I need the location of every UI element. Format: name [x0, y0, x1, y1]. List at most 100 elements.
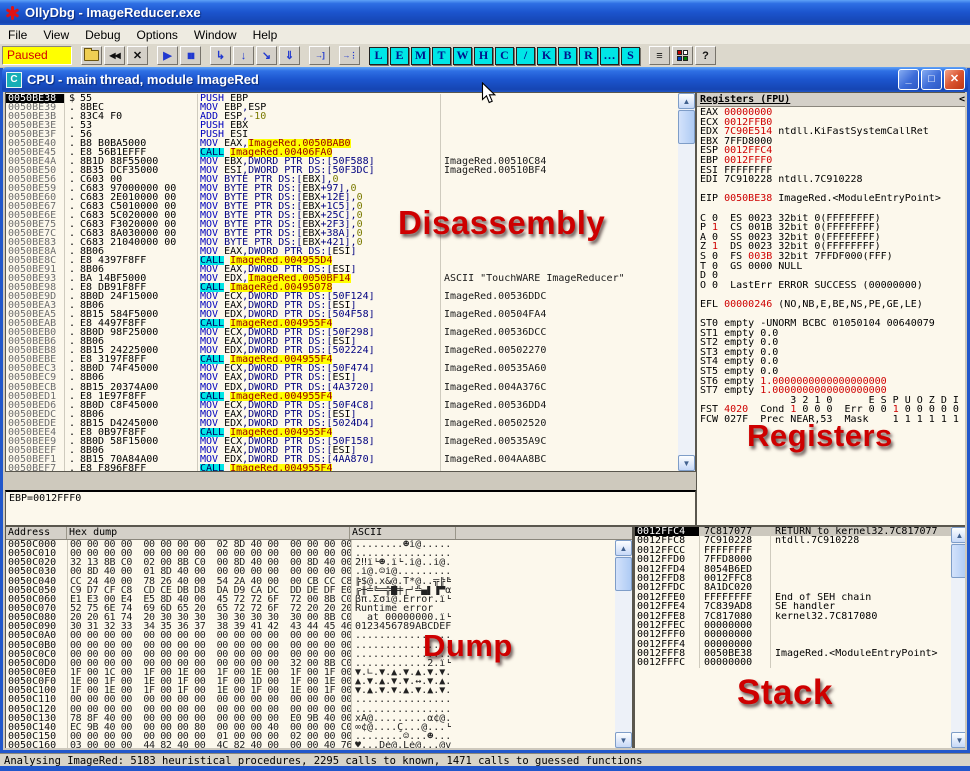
stack-row[interactable]: 0012FFFC00000000	[635, 658, 965, 667]
dump-scrollbar[interactable]: ▲ ▼	[615, 540, 632, 748]
dump-row[interactable]: 0050C140EC 9B 40 00 00 00 00 80 00 00 00…	[6, 723, 632, 732]
memory-button[interactable]: M	[411, 47, 430, 65]
disasm-row[interactable]: 0050BEB0.8B0D 98F25000MOV ECX,DWORD PTR …	[6, 328, 678, 337]
register-line[interactable]: S 0 FS 003B 32bit 7FFDF000(FFF)	[697, 252, 965, 262]
disasm-row[interactable]: 0050BE60.C683 2E010000 00MOV BYTE PTR DS…	[6, 193, 678, 202]
run-button[interactable]: ▶	[157, 46, 178, 65]
info-pane[interactable]: EBP=0012FFF0	[5, 490, 696, 526]
register-line[interactable]: A 0 SS 0023 32bit 0(FFFFFFFF)	[697, 233, 965, 243]
disasm-row[interactable]: 0050BEE4.E8 0B97F8FFCALL ImageRed.004955…	[6, 428, 678, 437]
register-line[interactable]: FST 4020 Cond 1 0 0 0 Err 0 0 1 0 0 0 0 …	[697, 405, 965, 415]
register-line[interactable]: EFL 00000246 (NO,NB,E,BE,NS,PE,GE,LE)	[697, 300, 965, 310]
register-line[interactable]	[697, 185, 965, 195]
disasm-row[interactable]: 0050BEB6.8B06MOV EAX,DWORD PTR DS:[ESI]	[6, 337, 678, 346]
menu-window[interactable]: Window	[186, 27, 245, 43]
disasm-row[interactable]: 0050BEDC.8B06MOV EAX,DWORD PTR DS:[ESI]	[6, 410, 678, 419]
stack-row[interactable]: 0012FFF80050BE38ImageRed.<ModuleEntryPoi…	[635, 649, 965, 658]
register-line[interactable]: EDX 7C90E514 ntdll.KiFastSystemCallRet	[697, 127, 965, 137]
minimize-button[interactable]: _	[898, 69, 919, 90]
main-titlebar[interactable]: OllyDbg - ImageReducer.exe	[0, 0, 970, 25]
stack-row[interactable]: 0012FFD48054B6ED	[635, 565, 965, 574]
scrollbar-thumb[interactable]	[678, 110, 695, 144]
dump-row[interactable]: 0050C01000 00 00 00 00 00 00 00 00 00 00…	[6, 549, 632, 558]
disasm-row[interactable]: 0050BEAB.E8 4497F8FFCALL ImageRed.004955…	[6, 319, 678, 328]
disasm-row[interactable]: 0050BEF7.E8 F896F8FFCALL ImageRed.004955…	[6, 464, 678, 472]
dump-row[interactable]: 0050C1001F 00 1E 00 1F 00 1F 00 1E 00 1F…	[6, 686, 632, 695]
dump-row[interactable]: 0050C03000 8D 40 00 01 8D 40 00 00 00 00…	[6, 567, 632, 576]
stack-row[interactable]: 0012FFD07FFD8000	[635, 555, 965, 564]
register-line[interactable]: T 0 GS 0000 NULL	[697, 262, 965, 272]
animate-over-button[interactable]: ⇓	[279, 46, 300, 65]
dump-row[interactable]: 0050C09030 31 32 33 34 35 36 37 38 39 41…	[6, 622, 632, 631]
execute-till-return-button[interactable]: →]	[309, 46, 330, 65]
options-button[interactable]: ≡	[649, 46, 670, 65]
source-button[interactable]: S	[621, 47, 640, 65]
collapse-icon[interactable]: <	[959, 94, 965, 105]
step-into-button[interactable]: ↳	[210, 46, 231, 65]
dump-row[interactable]: 0050C02032 13 8B C0 02 00 8B C0 00 8D 40…	[6, 558, 632, 567]
log-window-button[interactable]: L	[369, 47, 388, 65]
register-line[interactable]: EDI 7C910228 ntdll.7C910228	[697, 175, 965, 185]
disasm-row[interactable]: 0050BE4A.8B1D 88F55000MOV EBX,DWORD PTR …	[6, 157, 678, 166]
scrollbar-thumb[interactable]	[615, 557, 632, 591]
maximize-button[interactable]: □	[921, 69, 942, 90]
register-line[interactable]: ST0 empty -UNORM BCBC 01050104 00640079	[697, 319, 965, 329]
disasm-row[interactable]: 0050BE8A.8B06MOV EAX,DWORD PTR DS:[ESI]	[6, 247, 678, 256]
stack-row[interactable]: 0012FFD80012FFC8	[635, 574, 965, 583]
scroll-up-icon[interactable]: ▲	[951, 527, 965, 543]
disasm-row[interactable]: 0050BEE9.8B0D 58F15000MOV ECX,DWORD PTR …	[6, 437, 678, 446]
register-line[interactable]: C 0 ES 0023 32bit 0(FFFFFFFF)	[697, 214, 965, 224]
menu-help[interactable]: Help	[245, 27, 286, 43]
stack-row[interactable]: 0012FFE47C839AD8SE handler	[635, 602, 965, 611]
disasm-row[interactable]: 0050BEA5.8B15 584F5000MOV EDX,DWORD PTR …	[6, 310, 678, 319]
menu-file[interactable]: File	[0, 27, 35, 43]
register-line[interactable]	[697, 204, 965, 214]
stack-row[interactable]: 0012FFC87C910228ntdll.7C910228	[635, 536, 965, 545]
disasm-row[interactable]: 0050BE45.E8 56B1EFFFCALL ImageRed.00406F…	[6, 148, 678, 157]
disasm-row[interactable]: 0050BED6.8B0D C8F45000MOV ECX,DWORD PTR …	[6, 401, 678, 410]
disasm-row[interactable]: 0050BEBE.E8 3197F8FFCALL ImageRed.004955…	[6, 355, 678, 364]
disasm-row[interactable]: 0050BE9D.8B0D 24F15000MOV ECX,DWORD PTR …	[6, 292, 678, 301]
menu-debug[interactable]: Debug	[77, 27, 128, 43]
dump-row[interactable]: 0050C16003 00 00 00 44 82 40 00 4C 82 40…	[6, 741, 632, 748]
open-file-button[interactable]	[81, 46, 102, 65]
scroll-down-icon[interactable]: ▼	[678, 455, 695, 471]
disasm-row[interactable]: 0050BE56.C603 00MOV BYTE PTR DS:[EBX],0	[6, 175, 678, 184]
dump-pane[interactable]: Address Hex dump ASCII 0050C00000 00 00 …	[5, 526, 633, 748]
stack-row[interactable]: 0012FFF000000000	[635, 630, 965, 639]
go-to-user-code-button[interactable]: →⋮	[339, 46, 360, 65]
callstack-button[interactable]: K	[537, 47, 556, 65]
scrollbar-thumb[interactable]	[951, 544, 965, 578]
stack-row[interactable]: 0012FFF400000000	[635, 640, 965, 649]
dump-row[interactable]: 0050C0F01E 00 1F 00 1E 00 1F 00 1F 00 1D…	[6, 677, 632, 686]
dump-row[interactable]: 0050C040CC 24 40 00 78 26 40 00 54 2A 40…	[6, 577, 632, 586]
appearance-button[interactable]	[672, 46, 693, 65]
stack-row[interactable]: 0012FFEC00000000	[635, 621, 965, 630]
register-line[interactable]: ECX 0012FFB0	[697, 118, 965, 128]
disasm-row[interactable]: 0050BEDE.8B15 D4245000MOV EDX,DWORD PTR …	[6, 419, 678, 428]
dump-row[interactable]: 0050C0A000 00 00 00 00 00 00 00 00 00 00…	[6, 631, 632, 640]
patches-button[interactable]: /	[516, 47, 535, 65]
breakpoints-button[interactable]: B	[558, 47, 577, 65]
close-program-button[interactable]: ✕	[127, 46, 148, 65]
disasm-row[interactable]: 0050BEC3.8B0D 74F45000MOV ECX,DWORD PTR …	[6, 364, 678, 373]
dump-row[interactable]: 0050C0D000 00 00 00 00 00 00 00 00 00 00…	[6, 659, 632, 668]
register-line[interactable]: ST6 empty 1.0000000000000000000	[697, 377, 965, 387]
dump-row[interactable]: 0050C0B000 00 00 00 00 00 00 00 00 00 00…	[6, 641, 632, 650]
register-line[interactable]: ESI FFFFFFFF	[697, 166, 965, 176]
register-line[interactable]: ST2 empty 0.0	[697, 338, 965, 348]
register-line[interactable]: EIP 0050BE38 ImageRed.<ModuleEntryPoint>	[697, 194, 965, 204]
scroll-up-icon[interactable]: ▲	[678, 93, 695, 109]
register-line[interactable]: Z 1 DS 0023 32bit 0(FFFFFFFF)	[697, 242, 965, 252]
handles-button[interactable]: H	[474, 47, 493, 65]
disasm-row[interactable]: 0050BEB8.8B15 24225000MOV EDX,DWORD PTR …	[6, 346, 678, 355]
register-line[interactable]: ESP 0012FFC4	[697, 146, 965, 156]
stack-scrollbar[interactable]: ▲ ▼	[951, 527, 965, 748]
dump-row[interactable]: 0050C060E1 E3 00 E4 E5 8D 40 00 45 72 72…	[6, 595, 632, 604]
help-button[interactable]: ?	[695, 46, 716, 65]
dump-row[interactable]: 0050C050C9 D7 CF C8 CD CE DB D8 DA D9 CA…	[6, 586, 632, 595]
registers-pane[interactable]: Registers (FPU) < EAX 00000000ECX 0012FF…	[696, 92, 965, 526]
references-button[interactable]: R	[579, 47, 598, 65]
register-line[interactable]: D 0	[697, 271, 965, 281]
disasm-row[interactable]: 0050BE3F.56PUSH ESI	[6, 130, 678, 139]
